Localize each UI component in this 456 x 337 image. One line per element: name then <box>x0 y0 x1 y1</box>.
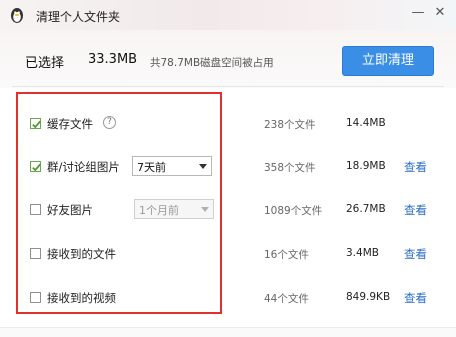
group-images-count: 358个文件 <box>264 162 316 174</box>
clean-now-button[interactable]: 立即清理 <box>342 46 434 76</box>
received-files-count: 16个文件 <box>264 249 309 261</box>
cache-count: 238个文件 <box>264 119 316 131</box>
window-title: 清理个人文件夹 <box>36 10 121 24</box>
footer-strip <box>0 328 456 337</box>
title-bar: 清理个人文件夹 — ✕ <box>0 0 456 30</box>
received-files-size: 3.4MB <box>346 247 379 259</box>
received-files-view-link[interactable]: 查看 <box>404 246 427 262</box>
selected-label: 已选择 <box>25 56 65 71</box>
disk-usage-text: 共78.7MB磁盘空间被占用 <box>150 57 274 69</box>
friend-images-view-link[interactable]: 查看 <box>404 202 427 218</box>
group-images-size: 18.9MB <box>346 160 386 172</box>
received-videos-view-link[interactable]: 查看 <box>404 290 427 306</box>
close-button[interactable]: ✕ <box>430 4 450 22</box>
cache-size: 14.4MB <box>346 117 386 129</box>
received-videos-count: 44个文件 <box>264 293 309 305</box>
qq-penguin-icon <box>8 6 26 24</box>
selected-size: 33.3MB <box>88 52 138 67</box>
group-images-view-link[interactable]: 查看 <box>404 159 427 175</box>
friend-images-size: 26.7MB <box>346 203 386 215</box>
received-videos-size: 849.9KB <box>346 291 391 303</box>
highlight-box <box>16 92 222 314</box>
minimize-button[interactable]: — <box>408 4 428 22</box>
friend-images-count: 1089个文件 <box>264 205 323 217</box>
divider <box>12 86 444 87</box>
